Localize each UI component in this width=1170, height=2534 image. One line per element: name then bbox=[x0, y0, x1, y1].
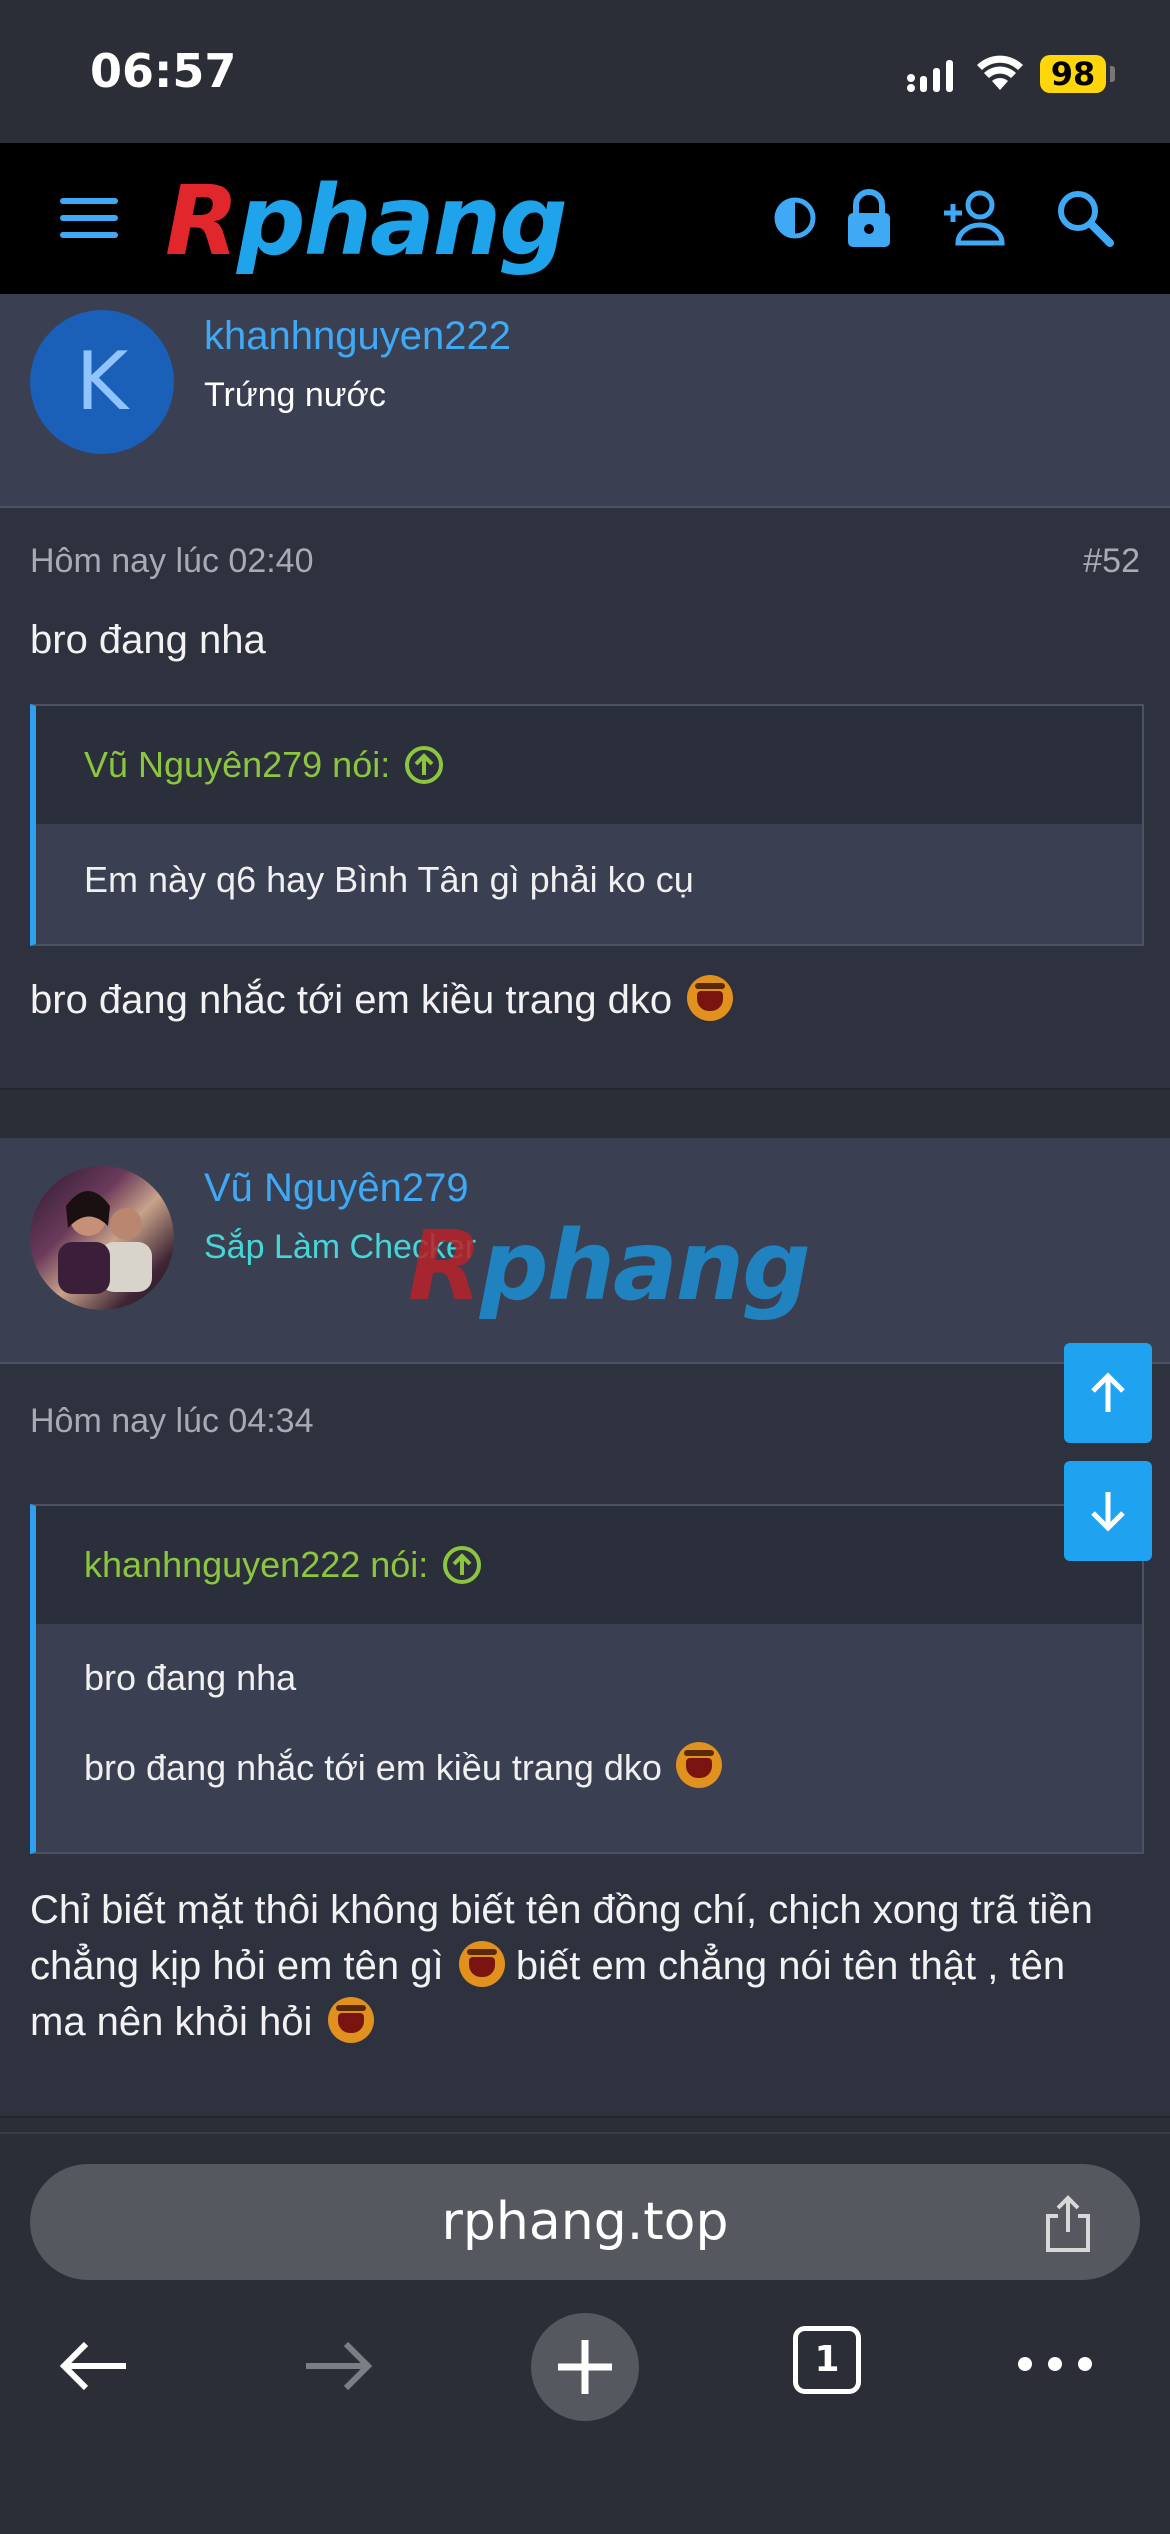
new-tab-icon[interactable] bbox=[530, 2312, 640, 2422]
quote-header[interactable]: khanhnguyen222 nói: bbox=[36, 1506, 1142, 1624]
reply-text: bro đang nhắc tới em kiều trang dko bbox=[30, 978, 673, 1022]
watermark-rest: phang bbox=[479, 1210, 811, 1322]
arrow-up-circle-icon[interactable] bbox=[442, 1545, 482, 1585]
add-user-icon[interactable] bbox=[940, 183, 1010, 253]
site-header: Rphang bbox=[0, 143, 1170, 294]
laughing-emoji-icon bbox=[675, 1742, 722, 1788]
laughing-emoji-icon bbox=[327, 1997, 374, 2043]
post-body: Hôm nay lúc 02:40 #52 bro đang nha Vũ Ng… bbox=[0, 508, 1170, 1090]
post-body: Hôm nay lúc 04:34 khanhnguyen222 nói: br… bbox=[0, 1364, 1170, 2118]
post-date[interactable]: Hôm nay lúc 04:34 bbox=[30, 1402, 314, 1441]
watermark-logo: Rphang bbox=[408, 1210, 811, 1322]
lock-icon[interactable] bbox=[834, 183, 904, 253]
tabs-button[interactable]: 1 bbox=[793, 2326, 861, 2394]
site-logo[interactable]: Rphang bbox=[165, 173, 568, 269]
logo-rest: phang bbox=[236, 165, 568, 277]
share-icon[interactable] bbox=[1040, 2194, 1096, 2254]
quote-block: khanhnguyen222 nói: bro đang nha bro đan… bbox=[30, 1504, 1144, 1854]
avatar[interactable] bbox=[30, 1166, 174, 1310]
quote-header[interactable]: Vũ Nguyên279 nói: bbox=[36, 706, 1142, 824]
quote-author[interactable]: khanhnguyen222 nói: bbox=[84, 1544, 428, 1586]
search-icon[interactable] bbox=[1050, 183, 1120, 253]
more-icon[interactable] bbox=[1010, 2344, 1100, 2384]
logo-r: R bbox=[165, 165, 239, 277]
quote-text: Em này q6 hay Bình Tân gì phải ko cụ bbox=[84, 859, 694, 900]
browser-toolbar: rphang.top 1 bbox=[0, 2132, 1170, 2534]
post-number[interactable]: #52 bbox=[1083, 542, 1140, 581]
battery-indicator: 98 bbox=[1040, 55, 1106, 93]
url-text[interactable]: rphang.top bbox=[30, 2164, 1140, 2280]
quote-text: bro đang nhắc tới em kiều trang dko bbox=[36, 1698, 1142, 1791]
arrow-down-icon bbox=[1091, 1492, 1125, 1532]
arrow-up-icon bbox=[1091, 1372, 1125, 1412]
address-bar[interactable]: rphang.top bbox=[30, 2164, 1140, 2280]
quote-block: Vũ Nguyên279 nói: Em này q6 hay Bình Tân… bbox=[30, 704, 1144, 946]
status-time: 06:57 bbox=[90, 44, 237, 98]
post-date[interactable]: Hôm nay lúc 02:40 bbox=[30, 542, 314, 581]
avatar[interactable]: K bbox=[30, 310, 174, 454]
arrow-up-circle-icon[interactable] bbox=[404, 745, 444, 785]
post-text: bro đang nha bbox=[30, 618, 266, 662]
menu-icon[interactable] bbox=[60, 198, 118, 238]
forward-icon[interactable] bbox=[300, 2328, 376, 2404]
back-icon[interactable] bbox=[56, 2328, 132, 2404]
quote-text: bro đang nha bbox=[84, 1657, 297, 1698]
username-link[interactable]: Vũ Nguyên279 bbox=[204, 1166, 469, 1211]
user-title: Trứng nước bbox=[204, 376, 386, 414]
username-link[interactable]: khanhnguyen222 bbox=[204, 314, 511, 359]
post-user-block: K khanhnguyen222 Trứng nước bbox=[0, 294, 1170, 508]
battery-tip bbox=[1110, 66, 1115, 82]
post-text: Chỉ biết mặt thôi không biết tên đồng ch… bbox=[30, 1882, 1130, 2050]
status-bar: 06:57 98 bbox=[0, 0, 1170, 143]
wifi-icon bbox=[977, 55, 1023, 90]
quote-author[interactable]: Vũ Nguyên279 nói: bbox=[84, 744, 390, 786]
post-text: bro đang nhắc tới em kiều trang dko bbox=[30, 972, 1130, 1028]
laughing-emoji-icon bbox=[687, 975, 734, 1021]
theme-toggle-icon[interactable] bbox=[760, 183, 830, 253]
scroll-bottom-button[interactable] bbox=[1064, 1461, 1152, 1561]
laughing-emoji-icon bbox=[458, 1941, 505, 1987]
quote-line-text: bro đang nhắc tới em kiều trang dko bbox=[84, 1747, 662, 1788]
cellular-signal-icon bbox=[907, 60, 953, 92]
scroll-top-button[interactable] bbox=[1064, 1343, 1152, 1443]
watermark-r: R bbox=[408, 1210, 482, 1322]
